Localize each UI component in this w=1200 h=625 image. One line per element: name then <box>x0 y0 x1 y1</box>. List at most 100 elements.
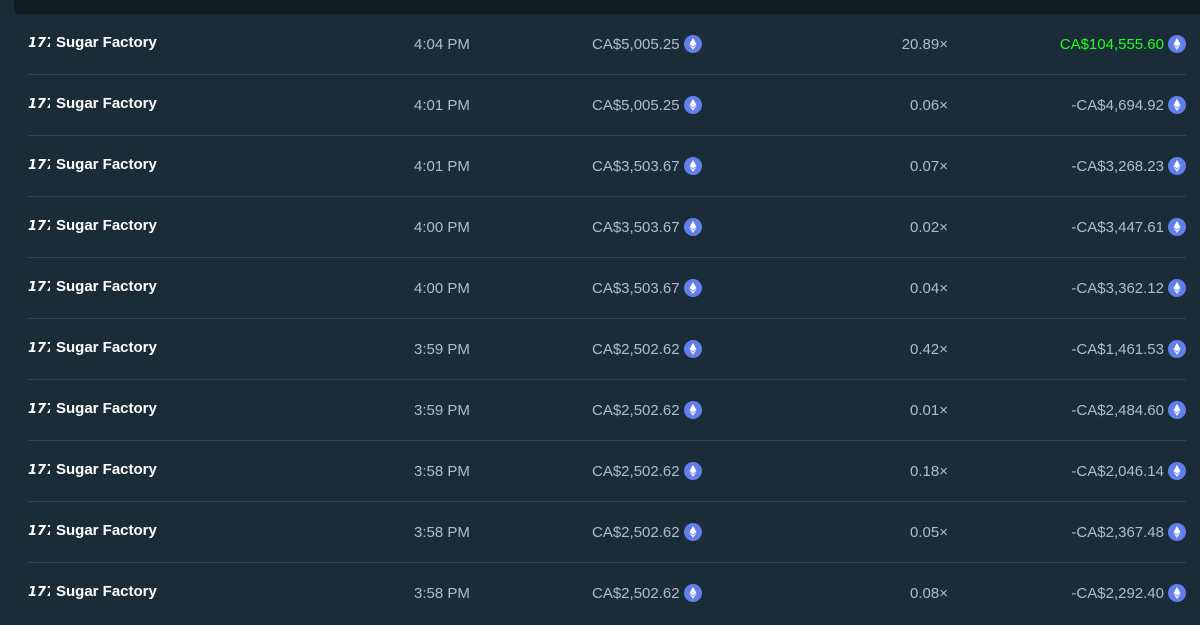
sugar-factory-logo-icon: 177 <box>28 402 50 416</box>
time-cell: 3:58 PM <box>414 462 470 480</box>
payout-amount: -CA$2,367.48 <box>1071 523 1164 541</box>
ethereum-icon <box>1168 35 1186 53</box>
svg-text:177: 177 <box>28 585 50 599</box>
time-cell: 4:01 PM <box>414 157 470 175</box>
game-name[interactable]: Sugar Factory <box>56 156 157 173</box>
ethereum-icon <box>1168 340 1186 358</box>
table-row[interactable]: 177 Sugar Factory 3:58 PM CA$2,502.62 0.… <box>28 563 1186 623</box>
game-name[interactable]: Sugar Factory <box>56 400 157 417</box>
multiplier-cell: 0.02× <box>910 218 948 236</box>
payout-cell: -CA$3,447.61 <box>988 197 1186 257</box>
sugar-factory-logo-icon: 177 <box>28 463 50 477</box>
bet-amount: CA$3,503.67 <box>592 279 680 297</box>
bet-amount-cell: CA$2,502.62 <box>592 563 752 623</box>
payout-amount: -CA$3,268.23 <box>1071 157 1164 175</box>
game-name[interactable]: Sugar Factory <box>56 278 157 295</box>
sugar-factory-logo-icon: 177 <box>28 280 50 294</box>
table-row[interactable]: 177 Sugar Factory 3:59 PM CA$2,502.62 0.… <box>28 319 1186 380</box>
game-name-cell[interactable]: 177 Sugar Factory <box>28 134 328 194</box>
sugar-factory-logo-icon: 177 <box>28 36 50 50</box>
ethereum-icon <box>1168 523 1186 541</box>
game-name[interactable]: Sugar Factory <box>56 95 157 112</box>
table-row[interactable]: 177 Sugar Factory 4:00 PM CA$3,503.67 0.… <box>28 197 1186 258</box>
time-cell: 3:58 PM <box>414 584 470 602</box>
payout-amount: -CA$2,484.60 <box>1071 401 1164 419</box>
svg-text:177: 177 <box>28 402 50 416</box>
ethereum-icon <box>683 462 702 480</box>
ethereum-icon <box>683 279 702 297</box>
bet-amount: CA$2,502.62 <box>592 462 680 480</box>
ethereum-icon <box>1168 96 1186 114</box>
game-name-cell[interactable]: 177 Sugar Factory <box>28 317 328 377</box>
multiplier-cell: 0.06× <box>910 96 948 114</box>
payout-amount: -CA$4,694.92 <box>1071 96 1164 114</box>
bet-amount-cell: CA$3,503.67 <box>592 197 752 257</box>
game-name[interactable]: Sugar Factory <box>56 583 157 600</box>
bet-amount-cell: CA$2,502.62 <box>592 380 752 440</box>
game-name-cell[interactable]: 177 Sugar Factory <box>28 195 328 255</box>
payout-cell: -CA$2,292.40 <box>988 563 1186 623</box>
bet-amount: CA$5,005.25 <box>592 35 680 53</box>
game-name[interactable]: Sugar Factory <box>56 461 157 478</box>
payout-cell: -CA$4,694.92 <box>988 75 1186 135</box>
bet-amount-cell: CA$2,502.62 <box>592 502 752 562</box>
multiplier-cell: 0.07× <box>910 157 948 175</box>
ethereum-icon <box>1168 279 1186 297</box>
table-row[interactable]: 177 Sugar Factory 4:01 PM CA$5,005.25 0.… <box>28 75 1186 136</box>
table-row[interactable]: 177 Sugar Factory 4:00 PM CA$3,503.67 0.… <box>28 258 1186 319</box>
table-row[interactable]: 177 Sugar Factory 4:01 PM CA$3,503.67 0.… <box>28 136 1186 197</box>
game-name-cell[interactable]: 177 Sugar Factory <box>28 561 328 621</box>
multiplier-cell: 0.08× <box>910 584 948 602</box>
time-cell: 3:58 PM <box>414 523 470 541</box>
game-name[interactable]: Sugar Factory <box>56 339 157 356</box>
payout-amount: -CA$2,046.14 <box>1071 462 1164 480</box>
bet-amount: CA$2,502.62 <box>592 584 680 602</box>
game-name-cell[interactable]: 177 Sugar Factory <box>28 500 328 560</box>
multiplier-cell: 0.04× <box>910 279 948 297</box>
payout-cell: -CA$2,367.48 <box>988 502 1186 562</box>
sugar-factory-logo-icon: 177 <box>28 158 50 172</box>
bet-amount-cell: CA$2,502.62 <box>592 441 752 501</box>
multiplier-cell: 0.05× <box>910 523 948 541</box>
table-row[interactable]: 177 Sugar Factory 3:58 PM CA$2,502.62 0.… <box>28 502 1186 563</box>
svg-text:177: 177 <box>28 36 50 50</box>
game-name-cell[interactable]: 177 Sugar Factory <box>28 256 328 316</box>
ethereum-icon <box>1168 462 1186 480</box>
game-name-cell[interactable]: 177 Sugar Factory <box>28 378 328 438</box>
payout-amount: CA$104,555.60 <box>1059 35 1164 53</box>
bet-amount-cell: CA$3,503.67 <box>592 136 752 196</box>
svg-text:177: 177 <box>28 341 50 355</box>
game-name[interactable]: Sugar Factory <box>56 34 157 51</box>
game-name[interactable]: Sugar Factory <box>56 217 157 234</box>
time-cell: 4:01 PM <box>414 96 470 114</box>
payout-amount: -CA$3,447.61 <box>1071 218 1164 236</box>
sugar-factory-logo-icon: 177 <box>28 97 50 111</box>
time-cell: 4:00 PM <box>414 218 470 236</box>
ethereum-icon <box>683 35 702 53</box>
payout-cell: -CA$1,461.53 <box>988 319 1186 379</box>
ethereum-icon <box>1168 218 1186 236</box>
game-name-cell[interactable]: 177 Sugar Factory <box>28 439 328 499</box>
sugar-factory-logo-icon: 177 <box>28 524 50 538</box>
ethereum-icon <box>1168 584 1186 602</box>
svg-text:177: 177 <box>28 219 50 233</box>
bet-amount: CA$3,503.67 <box>592 157 680 175</box>
bet-amount-cell: CA$3,503.67 <box>592 258 752 318</box>
time-cell: 3:59 PM <box>414 401 470 419</box>
payout-cell: -CA$3,268.23 <box>988 136 1186 196</box>
game-name-cell[interactable]: 177 Sugar Factory <box>28 12 328 72</box>
table-row[interactable]: 177 Sugar Factory 3:58 PM CA$2,502.62 0.… <box>28 441 1186 502</box>
bet-amount: CA$2,502.62 <box>592 340 680 358</box>
svg-text:177: 177 <box>28 280 50 294</box>
bet-amount: CA$5,005.25 <box>592 96 680 114</box>
payout-cell: CA$104,555.60 <box>988 14 1186 74</box>
ethereum-icon <box>683 584 702 602</box>
game-name[interactable]: Sugar Factory <box>56 522 157 539</box>
game-name-cell[interactable]: 177 Sugar Factory <box>28 73 328 133</box>
table-row[interactable]: 177 Sugar Factory 4:04 PM CA$5,005.25 20… <box>28 14 1186 75</box>
payout-cell: -CA$2,046.14 <box>988 441 1186 501</box>
ethereum-icon <box>1168 157 1186 175</box>
bet-amount: CA$3,503.67 <box>592 218 680 236</box>
payout-amount: -CA$3,362.12 <box>1071 279 1164 297</box>
table-row[interactable]: 177 Sugar Factory 3:59 PM CA$2,502.62 0.… <box>28 380 1186 441</box>
